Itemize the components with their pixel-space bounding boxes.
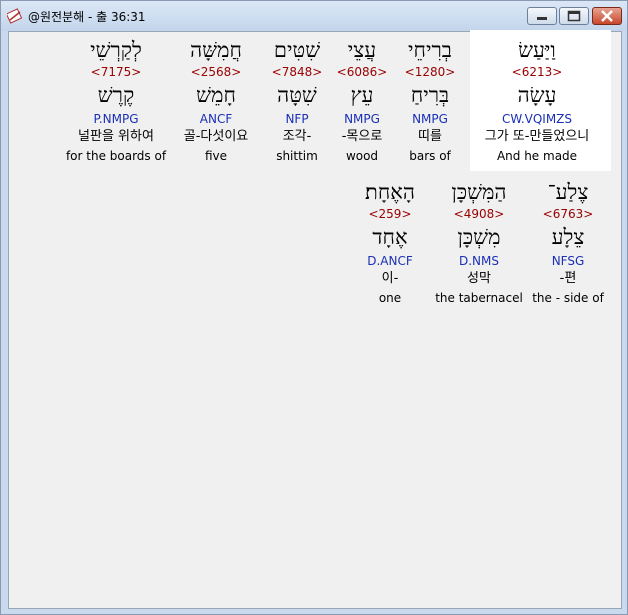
korean-gloss: 널판을 위하여 <box>78 129 154 144</box>
hebrew-word: חֲמִשָּׁה <box>190 38 242 62</box>
window-title: @원전분해 - 출 36:31 <box>28 10 146 24</box>
english-gloss: for the boards of <box>65 149 167 163</box>
english-gloss: one <box>378 291 402 305</box>
strong-number[interactable]: <7175> <box>61 65 171 79</box>
hebrew-word: הָאֶחָת׃ <box>365 180 415 204</box>
close-button[interactable] <box>592 7 622 25</box>
strong-number[interactable]: <6213> <box>482 65 592 79</box>
korean-gloss: 이- <box>381 271 399 286</box>
morph-code: D.ANCF <box>367 254 413 268</box>
strong-number[interactable]: <2568> <box>161 65 271 79</box>
hebrew-word: וַיַּעַשׂ <box>518 38 556 62</box>
hebrew-lemma: קֶרֶשׁ <box>97 83 135 107</box>
title-bar[interactable]: @원전분해 - 출 36:31 <box>1 1 627 31</box>
morph-code: ANCF <box>199 112 233 126</box>
morph-code: P.NMPG <box>93 112 139 126</box>
close-icon <box>601 10 613 22</box>
maximize-icon <box>567 10 581 22</box>
hebrew-lemma: חָמֵשׁ <box>196 83 236 107</box>
minimize-button[interactable] <box>527 7 557 25</box>
hebrew-lemma: עָשָׂה <box>517 83 557 107</box>
minimize-icon <box>537 17 547 20</box>
maximize-button[interactable] <box>559 7 589 25</box>
strong-number[interactable]: <259> <box>335 207 445 221</box>
hebrew-word: לְקַרְשֵׁי <box>90 38 142 62</box>
morph-code: CW.VQIMZS <box>501 112 573 126</box>
hebrew-lemma: אֶחָד <box>372 225 408 249</box>
bible-app-icon <box>7 8 23 24</box>
